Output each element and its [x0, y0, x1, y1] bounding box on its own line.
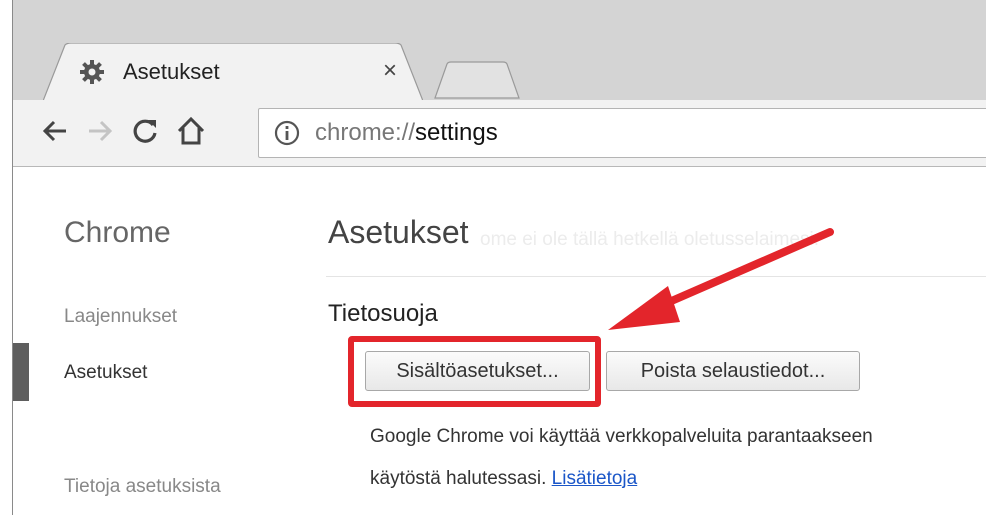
address-bar[interactable]: chrome://settings — [258, 108, 986, 158]
url-text[interactable]: chrome://settings — [315, 118, 498, 148]
sidebar-selection-indicator — [13, 343, 29, 401]
clear-browsing-data-button[interactable]: Poista selaustiedot... — [606, 351, 860, 391]
back-button[interactable] — [35, 113, 75, 153]
info-icon[interactable] — [273, 119, 301, 147]
page-title: Asetukset — [328, 214, 469, 250]
home-button[interactable] — [171, 113, 211, 153]
back-arrow-icon — [40, 116, 70, 151]
tab-settings[interactable]: Asetukset × — [43, 43, 423, 103]
privacy-description-text: käytöstä halutessasi. — [370, 468, 547, 489]
forward-button[interactable] — [80, 113, 120, 153]
url-path: settings — [415, 119, 498, 146]
new-tab-button[interactable] — [433, 60, 523, 100]
section-title-privacy: Tietosuoja — [328, 300, 438, 327]
home-icon — [175, 115, 207, 152]
window-border — [0, 0, 13, 515]
tab-title: Asetukset — [123, 59, 220, 84]
annotation-highlight-box — [348, 336, 601, 407]
sidebar-item-about-settings[interactable]: Tietoja asetuksista — [64, 476, 221, 498]
reload-icon — [130, 116, 160, 151]
forward-arrow-icon — [85, 116, 115, 151]
divider — [326, 276, 986, 277]
browser-window: Asetukset × chrome://settings Chrome Laa… — [0, 0, 986, 515]
tab-strip: Asetukset × — [13, 0, 986, 101]
toolbar: chrome://settings — [13, 100, 986, 167]
privacy-description-line1: Google Chrome voi käyttää verkkopalvelui… — [370, 426, 873, 447]
gear-icon — [79, 59, 105, 85]
sidebar-title: Chrome — [64, 216, 171, 249]
sidebar-item-settings[interactable]: Asetukset — [64, 362, 147, 384]
reload-button[interactable] — [125, 113, 165, 153]
default-browser-notice: ome ei ole tällä hetkellä oletusselaimes… — [480, 229, 820, 250]
privacy-description-line2: käytöstä halutessasi. Lisätietoja — [370, 468, 637, 490]
url-scheme: chrome:// — [315, 119, 416, 146]
sidebar-item-extensions[interactable]: Laajennukset — [64, 306, 177, 328]
close-icon[interactable]: × — [383, 56, 397, 86]
learn-more-link[interactable]: Lisätietoja — [552, 468, 638, 489]
